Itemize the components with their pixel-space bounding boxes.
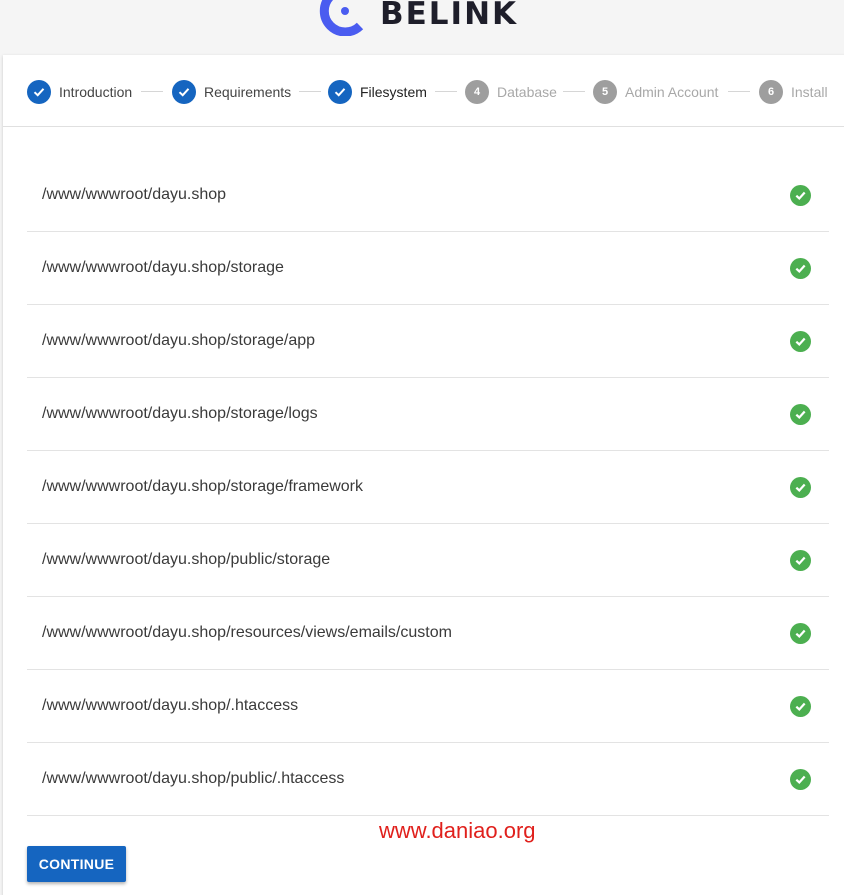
stepper: Introduction Requirements Filesystem 4 D… — [3, 55, 844, 127]
step-connector — [435, 91, 457, 92]
brand-logo: BELINK — [318, 0, 518, 36]
step-requirements[interactable]: Requirements — [172, 80, 291, 104]
directory-path: /www/wwwroot/dayu.shop/resources/views/e… — [42, 624, 452, 641]
check-circle-icon — [790, 330, 811, 352]
step-connector — [299, 91, 321, 92]
step-number: 6 — [759, 80, 783, 104]
check-circle-icon — [790, 549, 811, 571]
check-circle-icon — [790, 184, 811, 206]
step-label: Install — [791, 84, 828, 100]
check-circle-icon — [790, 695, 811, 717]
list-item: /www/wwwroot/dayu.shop/public/storage — [27, 524, 829, 597]
directory-path: /www/wwwroot/dayu.shop/storage/app — [42, 332, 316, 349]
brand-name: BELINK — [380, 0, 519, 32]
list-item: /www/wwwroot/dayu.shop/storage/logs — [27, 378, 829, 451]
check-circle-icon — [790, 257, 811, 279]
step-install[interactable]: 6 Install — [759, 80, 828, 104]
header: BELINK — [0, 0, 844, 55]
list-item: /www/wwwroot/dayu.shop/storage/app — [27, 305, 829, 378]
step-connector — [141, 91, 163, 92]
step-number: 4 — [465, 80, 489, 104]
step-connector — [728, 91, 750, 92]
step-label: Database — [497, 84, 557, 100]
step-introduction[interactable]: Introduction — [27, 80, 132, 104]
step-database[interactable]: 4 Database — [465, 80, 557, 104]
list-item: /www/wwwroot/dayu.shop/storage — [27, 232, 829, 305]
step-filesystem[interactable]: Filesystem — [328, 80, 427, 104]
directory-path: /www/wwwroot/dayu.shop/storage/logs — [42, 405, 318, 422]
continue-button[interactable]: CONTINUE — [27, 846, 126, 882]
check-circle-icon — [790, 768, 811, 790]
belink-logo-icon — [319, 0, 364, 36]
step-number: 5 — [593, 80, 617, 104]
directory-path: /www/wwwroot/dayu.shop/public/.htaccess — [42, 770, 345, 787]
list-item: /www/wwwroot/dayu.shop/resources/views/e… — [27, 597, 829, 670]
step-label: Filesystem — [360, 84, 427, 100]
directory-path: /www/wwwroot/dayu.shop — [42, 186, 227, 203]
step-connector — [563, 91, 585, 92]
list-item: /www/wwwroot/dayu.shop — [27, 159, 829, 232]
step-label: Requirements — [204, 84, 292, 100]
list-item: /www/wwwroot/dayu.shop/public/.htaccess — [27, 743, 829, 816]
check-icon — [172, 80, 196, 104]
watermark-text: www.daniao.org — [379, 818, 536, 843]
list-item: /www/wwwroot/dayu.shop/storage/framework — [27, 451, 829, 524]
check-circle-icon — [790, 403, 811, 425]
installer-card: Introduction Requirements Filesystem 4 D… — [3, 55, 844, 895]
step-admin-account[interactable]: 5 Admin Account — [593, 80, 718, 104]
check-circle-icon — [790, 476, 811, 498]
directory-path: /www/wwwroot/dayu.shop/.htaccess — [42, 697, 299, 714]
step-label: Admin Account — [625, 84, 719, 100]
directory-path: /www/wwwroot/dayu.shop/storage — [42, 259, 284, 276]
directory-path: /www/wwwroot/dayu.shop/storage/framework — [42, 478, 364, 495]
filesystem-permissions-list: /www/wwwroot/dayu.shop /www/wwwroot/dayu… — [27, 159, 829, 816]
check-icon — [27, 80, 51, 104]
check-icon — [328, 80, 352, 104]
list-item: /www/wwwroot/dayu.shop/.htaccess — [27, 670, 829, 743]
check-circle-icon — [790, 622, 811, 644]
step-label: Introduction — [59, 84, 133, 100]
directory-path: /www/wwwroot/dayu.shop/public/storage — [42, 551, 331, 568]
